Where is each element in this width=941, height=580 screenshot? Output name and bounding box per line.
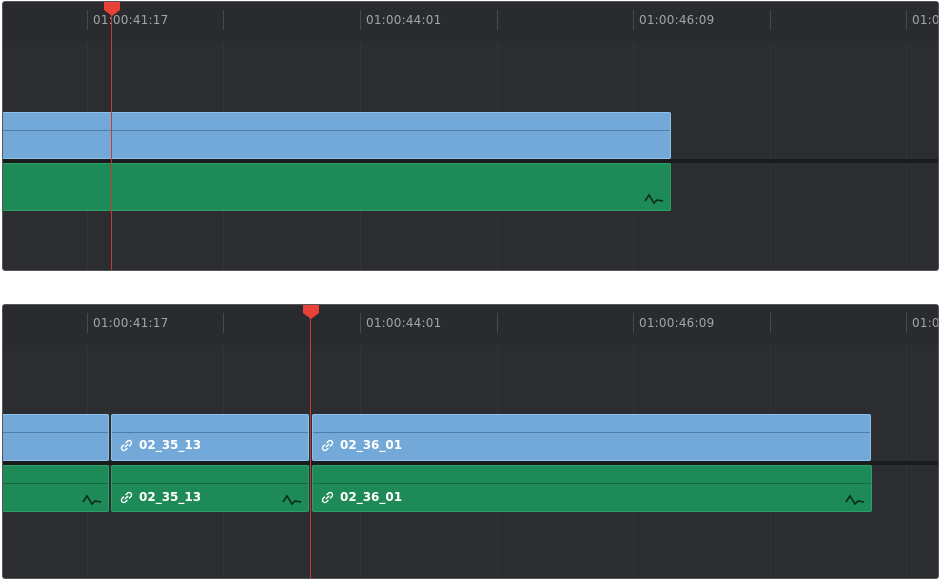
timecode-ruler[interactable]: 01:00:41:17 01:00:44:01 01:00:46:09 01:0… [3,2,938,42]
ruler-tick [360,10,361,30]
ruler-tick [87,313,88,333]
link-icon [321,439,334,451]
ruler-tick [223,10,224,30]
ruler-tick [906,313,907,333]
ruler-tick [770,313,771,333]
grid-line [906,42,907,270]
audio-clip[interactable]: 02_35_13 [111,465,309,512]
audio-clip[interactable] [3,465,109,512]
timecode-label: 01:00:41:17 [93,316,169,330]
timecode-label: 01:00:46:09 [639,13,715,27]
clip-name: 02_36_01 [340,490,403,504]
audio-clip[interactable] [3,163,671,211]
clip-divider [3,483,108,484]
clip-label: 02_35_13 [120,490,201,504]
timecode-label: 01:00 [912,13,939,27]
timecode-label: 01:00:46:09 [639,316,715,330]
ruler-tick [906,10,907,30]
clip-label: 02_35_13 [120,438,201,452]
clip-divider [313,432,870,433]
timeline-panel-after-cut: 01:00:41:17 01:00:44:01 01:00:46:09 01:0… [2,304,939,579]
timecode-label: 01:0 [912,316,939,330]
ruler-tick [87,10,88,30]
clip-name: 02_36_01 [340,438,403,452]
video-clip[interactable] [3,414,109,461]
clip-divider [3,130,670,131]
video-clip[interactable]: 02_36_01 [312,414,871,461]
audio-waveform-icon [82,494,102,506]
video-clip[interactable] [3,112,671,159]
ruler-tick [497,313,498,333]
clip-name: 02_35_13 [139,438,202,452]
timeline-panel-before-cut: 01:00:41:17 01:00:44:01 01:00:46:09 01:0… [2,1,939,271]
clip-divider [112,432,308,433]
timecode-ruler[interactable]: 01:00:41:17 01:00:44:01 01:00:46:09 01:0 [3,305,938,345]
clip-name: 02_35_13 [139,490,202,504]
playhead-marker[interactable] [104,1,120,17]
clip-label: 02_36_01 [321,438,402,452]
playhead-line[interactable] [310,305,311,578]
ruler-tick [633,313,634,333]
link-icon [321,491,334,503]
ruler-tick [497,10,498,30]
grid-line [770,42,771,270]
clip-divider [112,483,308,484]
clip-divider [3,432,108,433]
audio-clip[interactable]: 02_36_01 [312,465,872,512]
playhead-marker[interactable] [303,304,319,320]
timecode-label: 01:00:44:01 [366,13,442,27]
video-clip[interactable]: 02_35_13 [111,414,309,461]
ruler-tick [633,10,634,30]
ruler-tick [770,10,771,30]
link-icon [120,491,133,503]
audio-waveform-icon [845,494,865,506]
clip-label: 02_36_01 [321,490,402,504]
link-icon [120,439,133,451]
timecode-label: 01:00:44:01 [366,316,442,330]
ruler-tick [223,313,224,333]
clip-divider [313,483,871,484]
audio-waveform-icon [644,193,664,205]
audio-waveform-icon [282,494,302,506]
playhead-line[interactable] [111,2,112,270]
ruler-tick [360,313,361,333]
